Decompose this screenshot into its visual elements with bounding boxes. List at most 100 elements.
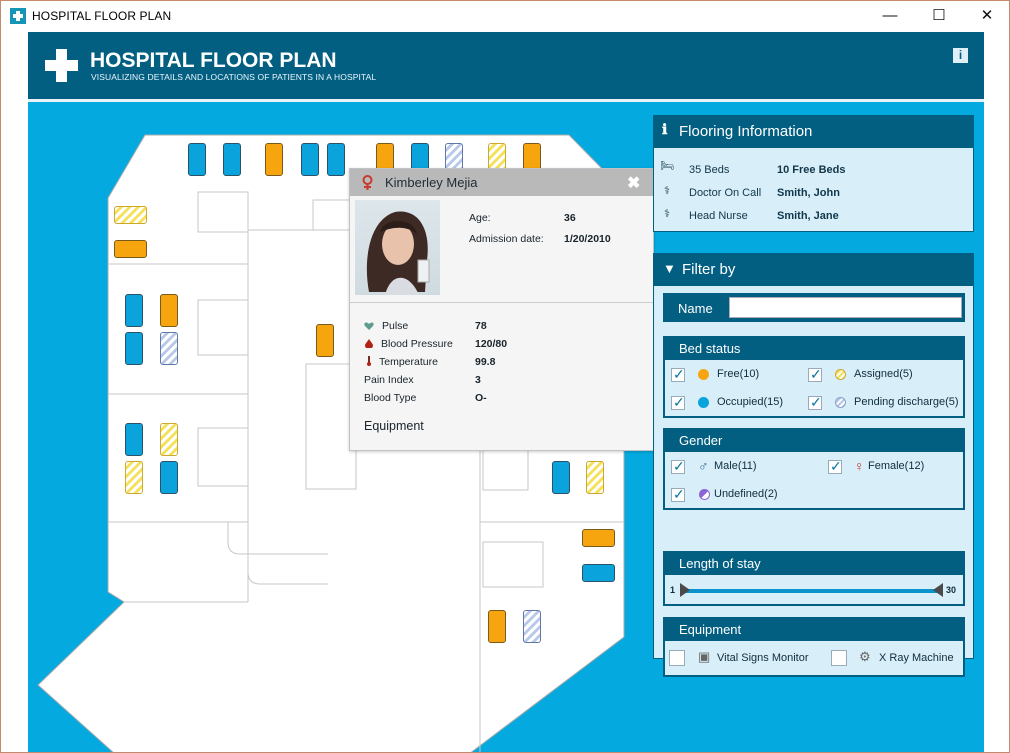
stay-max-label: 30 xyxy=(946,585,957,595)
female-icon xyxy=(362,175,373,190)
bed-occupied[interactable] xyxy=(188,143,206,176)
popup-close-button[interactable]: ✖ xyxy=(627,173,640,193)
bed-occupied[interactable] xyxy=(301,143,319,176)
male-label: Male(11) xyxy=(714,460,757,472)
filter-header: ▼ Filter by xyxy=(653,253,974,285)
vital-signs-label: Vital Signs Monitor xyxy=(717,652,809,664)
filter-panel: Name Bed status Free(10) Assigned(5) Occ… xyxy=(653,285,974,677)
bed-occupied[interactable] xyxy=(125,294,143,327)
bed-occupied[interactable] xyxy=(552,461,570,494)
undefined-checkbox[interactable] xyxy=(671,486,685,503)
age-value: 36 xyxy=(564,212,576,224)
bed-assigned[interactable] xyxy=(586,461,604,494)
free-dot-icon xyxy=(698,369,709,380)
pulse-label: Pulse xyxy=(382,320,409,332)
hospital-cross-icon xyxy=(45,49,78,82)
name-filter: Name xyxy=(663,293,965,322)
patient-photo-illustration xyxy=(366,211,430,295)
occupied-checkbox[interactable] xyxy=(671,394,685,411)
age-label: Age: xyxy=(469,212,491,224)
bed-occupied[interactable] xyxy=(411,143,429,171)
blood-type-value: O- xyxy=(475,392,487,404)
bed-occupied[interactable] xyxy=(125,332,143,365)
bed-free[interactable] xyxy=(523,143,541,171)
bed-free[interactable] xyxy=(376,143,394,171)
stay-slider-track[interactable] xyxy=(684,589,937,593)
bed-free[interactable] xyxy=(265,143,283,176)
name-input[interactable] xyxy=(729,297,962,318)
bed-assigned[interactable] xyxy=(488,143,506,171)
bed-free[interactable] xyxy=(316,324,334,357)
beds-label: 35 Beds xyxy=(689,164,730,176)
female-checkbox[interactable] xyxy=(828,458,842,475)
info-icon: ℹ xyxy=(662,121,668,137)
popup-header: Kimberley Mejia ✖ xyxy=(350,169,653,196)
maximize-button[interactable]: ☐ xyxy=(916,1,962,31)
equipment-title: Equipment xyxy=(665,619,963,641)
male-icon: ♂ xyxy=(698,458,709,474)
flooring-header: ℹ Flooring Information xyxy=(653,115,974,147)
bed-occupied[interactable] xyxy=(160,461,178,494)
bed-occupied[interactable] xyxy=(223,143,241,176)
bed-assigned[interactable] xyxy=(125,461,143,494)
bed-occupied[interactable] xyxy=(327,143,345,176)
minimize-button[interactable]: — xyxy=(867,1,913,31)
undefined-label: Undefined(2) xyxy=(714,488,778,500)
heart-icon xyxy=(364,322,374,330)
info-button[interactable]: i xyxy=(953,48,968,63)
drop-icon xyxy=(365,339,373,348)
patient-name: Kimberley Mejia xyxy=(385,175,478,190)
free-label: Free(10) xyxy=(717,368,760,380)
nurse-icon: ⚕ xyxy=(664,208,670,220)
stay-min-label: 1 xyxy=(670,585,676,595)
monitor-icon: ▣ xyxy=(698,649,711,664)
flooring-panel: 🛏 35 Beds 10 Free Beds ⚕ Doctor On Call … xyxy=(653,147,974,232)
vital-signs-checkbox[interactable] xyxy=(669,650,685,666)
bed-assigned[interactable] xyxy=(160,423,178,456)
bed-pending[interactable] xyxy=(445,143,463,171)
bed-free[interactable] xyxy=(582,529,615,547)
equipment-filter: Equipment ▣ Vital Signs Monitor ⚙ X Ray … xyxy=(663,617,965,677)
xray-checkbox[interactable] xyxy=(831,650,847,666)
length-of-stay-title: Length of stay xyxy=(665,553,963,575)
bed-status-filter: Bed status Free(10) Assigned(5) Occupied… xyxy=(663,336,965,418)
stay-slider-end-handle[interactable] xyxy=(933,583,943,597)
blood-type-label: Blood Type xyxy=(364,392,417,404)
free-beds-value: 10 Free Beds xyxy=(777,164,846,176)
bed-free[interactable] xyxy=(160,294,178,327)
patient-popup: Kimberley Mejia ✖ Age: 36 Admission date… xyxy=(349,168,654,451)
free-checkbox[interactable] xyxy=(671,366,685,383)
male-checkbox[interactable] xyxy=(671,458,685,475)
doctor-label: Doctor On Call xyxy=(689,187,762,199)
bed-assigned[interactable] xyxy=(114,206,147,224)
filter-title: Filter by xyxy=(682,261,736,278)
bed-icon: 🛏 xyxy=(660,160,674,172)
pending-checkbox[interactable] xyxy=(808,394,822,411)
bed-pending[interactable] xyxy=(523,610,541,643)
length-of-stay-filter: Length of stay 1 30 xyxy=(663,551,965,606)
blood-pressure-label: Blood Pressure xyxy=(381,338,453,350)
pain-index-value: 3 xyxy=(475,374,481,386)
hospital-cross-icon xyxy=(10,8,26,24)
occupied-label: Occupied(15) xyxy=(717,396,784,408)
bed-occupied[interactable] xyxy=(125,423,143,456)
page-title: HOSPITAL FLOOR PLAN xyxy=(90,49,337,72)
bed-occupied[interactable] xyxy=(582,564,615,582)
filter-icon: ▼ xyxy=(663,261,676,276)
popup-divider xyxy=(350,302,653,303)
occupied-dot-icon xyxy=(698,397,709,408)
bed-free[interactable] xyxy=(114,240,147,258)
doctor-value: Smith, John xyxy=(777,187,840,199)
page-subtitle: VISUALIZING DETAILS AND LOCATIONS OF PAT… xyxy=(91,72,377,82)
assigned-checkbox[interactable] xyxy=(808,366,822,383)
admission-label: Admission date: xyxy=(469,233,544,245)
equipment-heading: Equipment xyxy=(364,419,424,433)
close-button[interactable]: ✕ xyxy=(964,1,1009,31)
assigned-label: Assigned(5) xyxy=(854,368,913,380)
bed-pending[interactable] xyxy=(160,332,178,365)
pending-label: Pending discharge(5) xyxy=(854,396,959,408)
stay-slider-start-handle[interactable] xyxy=(680,583,690,597)
gender-title: Gender xyxy=(665,430,963,452)
xray-label: X Ray Machine xyxy=(879,652,954,664)
bed-free[interactable] xyxy=(488,610,506,643)
